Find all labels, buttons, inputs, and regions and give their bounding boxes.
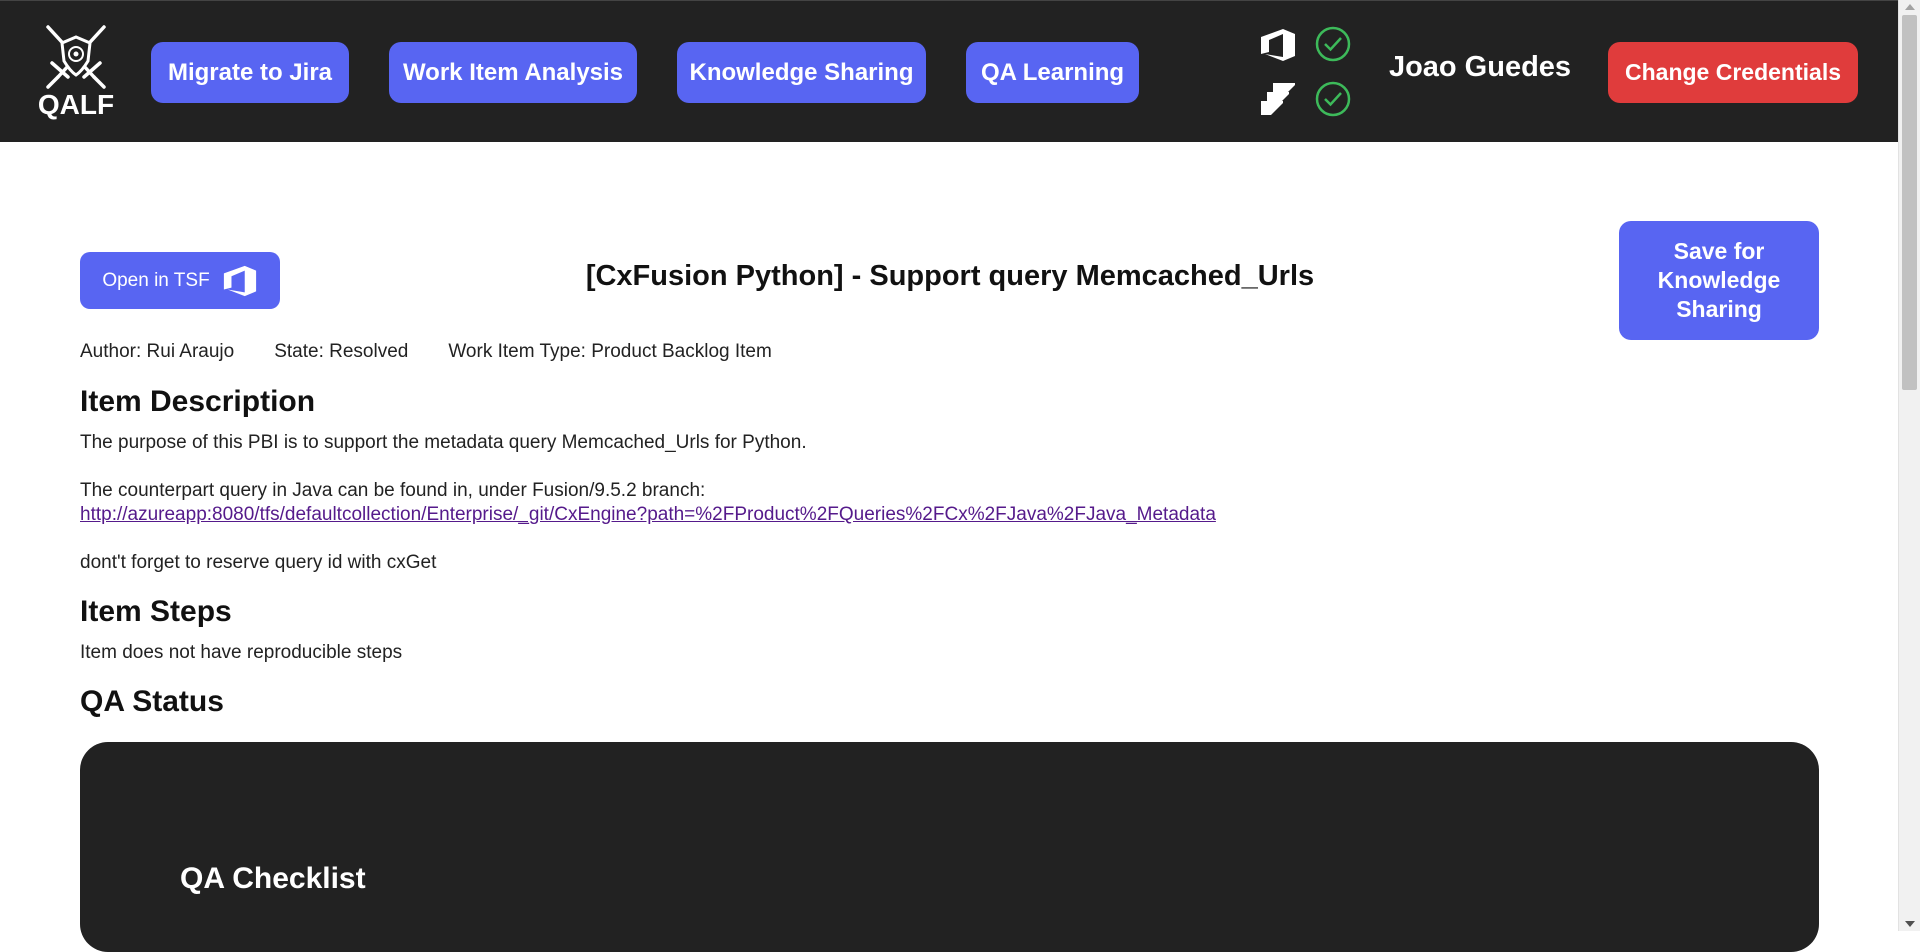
nav-knowledge-sharing-button[interactable]: Knowledge Sharing xyxy=(677,42,926,103)
change-credentials-button[interactable]: Change Credentials xyxy=(1608,42,1858,103)
work-item-title: [CxFusion Python] - Support query Memcac… xyxy=(585,260,1315,292)
check-circle-icon xyxy=(1315,81,1351,117)
item-description-heading: Item Description xyxy=(80,385,316,418)
qalf-logo[interactable]: QALF xyxy=(36,23,116,123)
work-item-type-label: Work Item Type: Product Backlog Item xyxy=(448,341,772,362)
scroll-down-arrow-icon[interactable] xyxy=(1905,921,1915,927)
user-name: Joao Guedes xyxy=(1388,51,1572,83)
crossed-swords-shield-icon xyxy=(46,25,106,89)
azure-devops-icon xyxy=(1261,29,1295,61)
azure-devops-icon xyxy=(223,265,256,296)
top-navigation-bar: QALF Migrate to Jira Work Item Analysis … xyxy=(0,0,1898,142)
qa-status-panel: QA Checklist xyxy=(80,742,1819,952)
check-circle-icon xyxy=(1315,26,1351,62)
page-scrollbar[interactable] xyxy=(1898,0,1920,931)
nav-migrate-to-jira-button[interactable]: Migrate to Jira xyxy=(151,42,349,103)
description-text: dont't forget to reserve query id with c… xyxy=(80,552,437,573)
qa-status-heading: QA Status xyxy=(80,685,224,718)
scroll-up-arrow-icon[interactable] xyxy=(1905,4,1915,10)
open-in-tsf-button[interactable]: Open in TSF xyxy=(80,252,280,309)
work-item-metadata: Author: Rui Araujo State: Resolved Work … xyxy=(80,341,772,363)
java-metadata-query-link[interactable]: http://azureapp:8080/tfs/defaultcollecti… xyxy=(80,504,1216,525)
description-link-paragraph: http://azureapp:8080/tfs/defaultcollecti… xyxy=(80,503,1216,527)
scrollbar-thumb[interactable] xyxy=(1902,15,1917,390)
description-text: The purpose of this PBI is to support th… xyxy=(80,432,807,453)
open-in-tsf-label: Open in TSF xyxy=(102,269,210,291)
item-steps-heading: Item Steps xyxy=(80,595,232,628)
state-label: State: Resolved xyxy=(274,341,409,362)
description-text: The counterpart query in Java can be fou… xyxy=(80,480,706,501)
save-for-knowledge-sharing-button[interactable]: Save for Knowledge Sharing xyxy=(1619,221,1819,340)
qa-checklist-heading: QA Checklist xyxy=(180,862,366,895)
logo-text: QALF xyxy=(37,89,115,120)
jira-icon xyxy=(1261,83,1295,115)
steps-text: Item does not have reproducible steps xyxy=(80,642,403,663)
nav-work-item-analysis-button[interactable]: Work Item Analysis xyxy=(389,42,637,103)
nav-qa-learning-button[interactable]: QA Learning xyxy=(966,42,1139,103)
author-label: Author: Rui Araujo xyxy=(80,341,235,362)
